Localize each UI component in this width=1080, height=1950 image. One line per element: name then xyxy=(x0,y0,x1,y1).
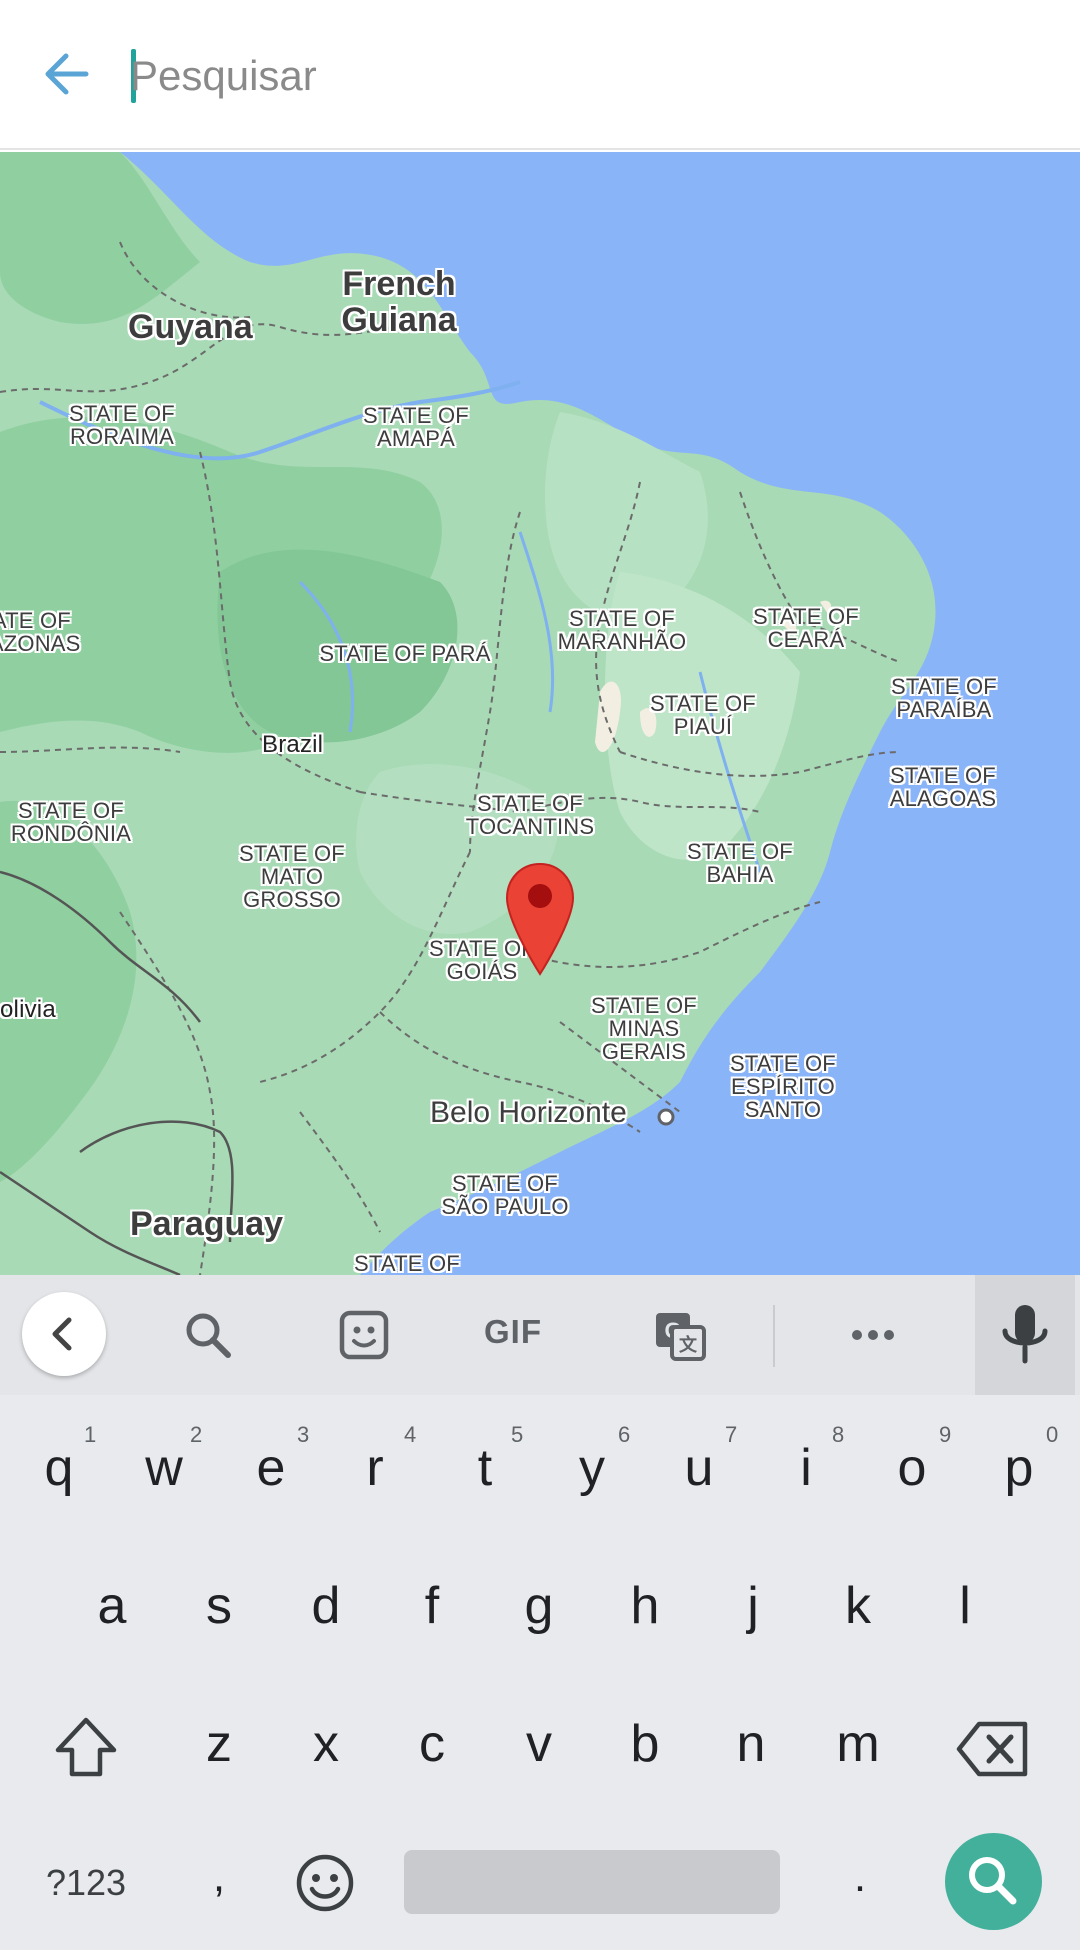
key-hint-4: 4 xyxy=(404,1422,417,1447)
emoji-icon xyxy=(296,1854,354,1912)
back-arrow-icon[interactable] xyxy=(36,44,96,104)
key-n[interactable]: n xyxy=(706,1714,796,1774)
backspace-key[interactable] xyxy=(955,1716,1031,1782)
gif-icon[interactable]: GIF xyxy=(484,1313,542,1351)
map-label-ceara: STATE OF CEARÁ xyxy=(753,604,859,653)
key-hint-3: 3 xyxy=(297,1422,310,1447)
key-v[interactable]: v xyxy=(494,1714,584,1774)
key-hint-8: 8 xyxy=(832,1422,845,1447)
key-j[interactable]: j xyxy=(708,1576,798,1636)
key-comma[interactable]: , xyxy=(174,1852,264,1902)
search-input[interactable] xyxy=(130,38,1030,114)
key-l[interactable]: l xyxy=(920,1576,1010,1636)
symbols-key[interactable]: ?123 xyxy=(36,1862,136,1904)
map-label-amapa: STATE OF AMAPÁ xyxy=(363,403,469,452)
map-label-mato-grosso: STATE OF MATO GROSSO xyxy=(239,841,345,913)
search-submit-button[interactable] xyxy=(945,1833,1042,1930)
mic-button[interactable] xyxy=(975,1275,1075,1395)
more-icon[interactable] xyxy=(843,1305,903,1365)
key-a[interactable]: a xyxy=(67,1576,157,1636)
key-g[interactable]: g xyxy=(494,1576,584,1636)
map-label-piaui: STATE OF PIAUÍ xyxy=(650,691,756,740)
map-label-alagoas: STATE OF ALAGOAS xyxy=(889,763,997,812)
map-label-bolivia: olivia xyxy=(0,996,56,1023)
key-hint-2: 2 xyxy=(190,1422,203,1447)
key-x[interactable]: x xyxy=(281,1714,371,1774)
key-hint-7: 7 xyxy=(725,1422,738,1447)
translate-icon[interactable]: G文 xyxy=(650,1305,710,1365)
search-icon[interactable] xyxy=(178,1305,238,1365)
map-label-state-partial: STATE OF xyxy=(354,1251,460,1275)
map-label-guyana: Guyana xyxy=(128,308,253,346)
key-h[interactable]: h xyxy=(600,1576,690,1636)
map-label-paraguay: Paraguay xyxy=(130,1205,284,1243)
key-m[interactable]: m xyxy=(813,1714,903,1774)
map-label-bahia: STATE OF BAHIA xyxy=(687,839,793,888)
location-pin-icon[interactable] xyxy=(505,862,575,977)
sticker-icon[interactable] xyxy=(334,1305,394,1365)
backspace-icon xyxy=(956,1721,1028,1777)
map-label-roraima: STATE OF RORAIMA xyxy=(69,401,175,450)
key-b[interactable]: b xyxy=(600,1714,690,1774)
shift-key[interactable] xyxy=(50,1712,122,1784)
emoji-key[interactable] xyxy=(294,1852,356,1914)
search-bar xyxy=(0,0,1080,150)
key-z[interactable]: z xyxy=(174,1714,264,1774)
map-label-brazil: Brazil xyxy=(262,731,324,758)
key-hint-5: 5 xyxy=(511,1422,524,1447)
shift-icon xyxy=(55,1717,117,1777)
map-label-maranhao: STATE OF MARANHÃO xyxy=(557,606,687,655)
map-label-paraiba: STATE OF PARAÍBA xyxy=(891,674,997,723)
key-period[interactable]: . xyxy=(815,1852,905,1902)
map-label-minas-gerais: STATE OF MINAS GERAIS xyxy=(591,993,697,1065)
map-label-para: STATE OF PARÁ xyxy=(319,641,491,666)
key-d[interactable]: d xyxy=(281,1576,371,1636)
mic-icon xyxy=(1002,1305,1048,1364)
key-hint-0: 0 xyxy=(1046,1422,1059,1447)
chevron-left-icon[interactable] xyxy=(22,1292,106,1376)
map-label-sao-paulo: STATE OF SÃO PAULO xyxy=(441,1171,569,1220)
key-hint-6: 6 xyxy=(618,1422,631,1447)
key-s[interactable]: s xyxy=(174,1576,264,1636)
map-label-tocantins: STATE OF TOCANTINS xyxy=(465,791,595,840)
svg-text:文: 文 xyxy=(679,1334,698,1355)
map-label-rondonia: STATE OF RONDÔNIA xyxy=(10,798,132,847)
map-view[interactable]: Guyana French Guiana STATE OF RORAIMA ST… xyxy=(0,152,1080,1275)
map-label-espirito-santo: STATE OF ESPÍRITO SANTO xyxy=(730,1051,836,1123)
city-dot xyxy=(657,1108,675,1126)
space-bar[interactable] xyxy=(404,1850,780,1914)
key-hint-9: 9 xyxy=(939,1422,952,1447)
map-label-amazonas: STATE OF AMAZONAS xyxy=(0,608,81,657)
keyboard-toolbar: GIF G文 xyxy=(0,1275,1080,1395)
search-icon xyxy=(969,1857,1017,1905)
map-label-belo-horizonte: Belo Horizonte xyxy=(430,1096,627,1129)
toolbar-divider xyxy=(773,1305,775,1367)
map-label-french-guiana: French Guiana xyxy=(341,265,457,339)
key-k[interactable]: k xyxy=(813,1576,903,1636)
key-f[interactable]: f xyxy=(387,1576,477,1636)
key-hint-1: 1 xyxy=(84,1422,97,1447)
key-c[interactable]: c xyxy=(387,1714,477,1774)
